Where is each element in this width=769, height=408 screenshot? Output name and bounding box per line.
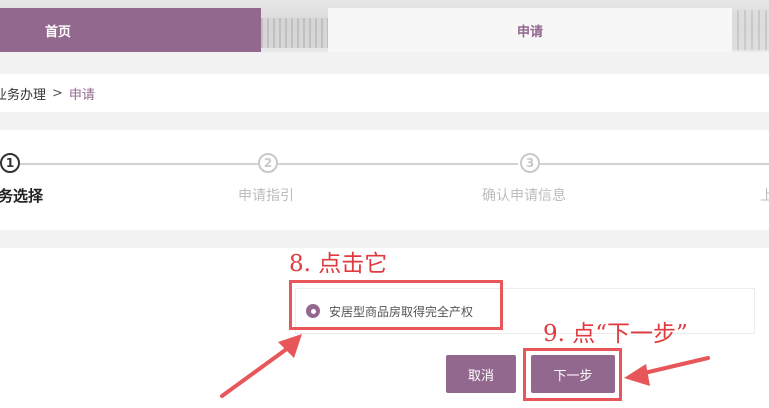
annotation-arrows [220,334,710,398]
arrow-to-option-icon [220,334,302,398]
arrow-to-next-icon [624,356,710,386]
